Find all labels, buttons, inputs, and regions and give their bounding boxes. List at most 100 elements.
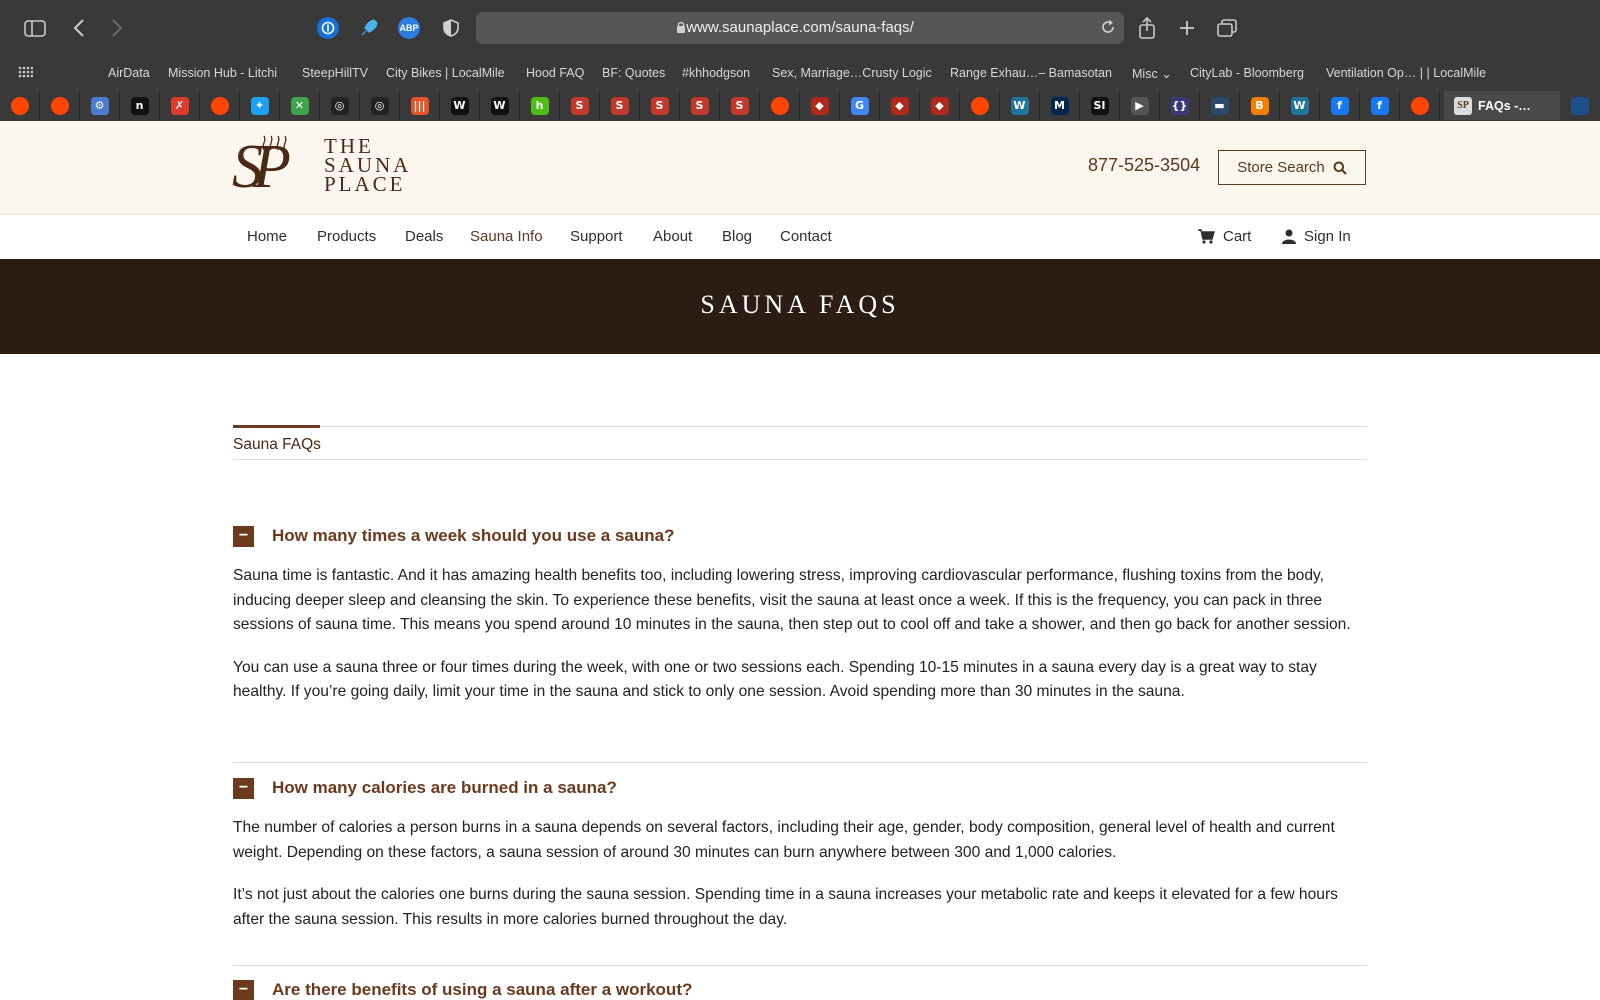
pinned-tab[interactable]: f	[1360, 91, 1400, 120]
collapse-icon[interactable]: −	[233, 525, 254, 547]
pinned-tab[interactable]: {}	[1160, 91, 1200, 120]
pinned-tab[interactable]: ◎	[360, 91, 400, 120]
collapse-icon[interactable]: −	[233, 777, 254, 799]
pinned-tab[interactable]: ◎	[320, 91, 360, 120]
pinned-tab[interactable]: ◆	[920, 91, 960, 120]
favorite-link[interactable]: City Bikes | LocalMile	[386, 66, 505, 80]
pinned-tab[interactable]: S	[560, 91, 600, 120]
sidebar-toggle-icon[interactable]	[20, 14, 50, 42]
pinned-tab[interactable]: ⚙	[80, 91, 120, 120]
favorite-link[interactable]: Sex, Marriage…Crusty Logic	[772, 66, 932, 80]
wikipedia-icon: W	[450, 96, 469, 115]
grid-icon[interactable]	[18, 65, 34, 83]
pinned-tab[interactable]: h	[520, 91, 560, 120]
pinned-tab[interactable]	[960, 91, 1000, 120]
pinned-tab[interactable]: G	[840, 91, 880, 120]
phone-number[interactable]: 877-525-3504	[1088, 155, 1200, 176]
pinned-tab[interactable]: W	[440, 91, 480, 120]
favorite-link[interactable]: AirData	[108, 66, 150, 80]
back-icon[interactable]	[64, 14, 94, 42]
pinned-tab[interactable]: M	[1040, 91, 1080, 120]
faq-answer-paragraph: You can use a sauna three or four times …	[233, 658, 1317, 701]
password-manager-icon[interactable]	[317, 17, 339, 39]
rocket-icon[interactable]	[358, 17, 380, 39]
new-tab-icon[interactable]	[1172, 14, 1202, 42]
shield-icon[interactable]	[440, 17, 462, 39]
nav-support[interactable]: Support	[570, 228, 623, 245]
favorite-link[interactable]: Mission Hub - Litchi	[168, 66, 277, 80]
pinned-tab[interactable]: W	[1280, 91, 1320, 120]
pinned-tab[interactable]: ◆	[880, 91, 920, 120]
pinned-tab[interactable]: ✕	[280, 91, 320, 120]
sign-in-link[interactable]: Sign In	[1282, 228, 1351, 245]
tab-sauna-faqs[interactable]: Sauna FAQs	[233, 436, 321, 454]
cart-icon	[1198, 229, 1215, 244]
pinned-tab[interactable]: ✦	[240, 91, 280, 120]
pinned-tab[interactable]: ✗	[160, 91, 200, 120]
pinned-tab[interactable]: |||	[400, 91, 440, 120]
reload-icon[interactable]	[1100, 19, 1116, 40]
adblock-icon[interactable]: ABP	[398, 17, 420, 39]
pinned-tab-overflow[interactable]	[1560, 91, 1600, 120]
faq-question[interactable]: How many calories are burned in a sauna?	[272, 778, 617, 798]
pinned-tab[interactable]	[1400, 91, 1440, 120]
reddit-icon	[210, 96, 229, 115]
pinned-tab[interactable]: S	[720, 91, 760, 120]
favorite-link[interactable]: BF: Quotes	[602, 66, 665, 80]
collapse-icon[interactable]: −	[233, 979, 254, 1000]
pinned-tab[interactable]: f	[1320, 91, 1360, 120]
pinned-tab[interactable]: S	[680, 91, 720, 120]
sauna-s-icon: S	[610, 96, 629, 115]
pinned-tab[interactable]	[200, 91, 240, 120]
pinned-tab[interactable]: n	[120, 91, 160, 120]
address-bar[interactable]: www.saunaplace.com/sauna-faqs/	[476, 12, 1124, 44]
share-icon[interactable]	[1132, 14, 1162, 42]
pinned-tab[interactable]: S	[600, 91, 640, 120]
faq-question-row[interactable]: − Are there benefits of using a sauna af…	[233, 978, 1367, 1000]
faq-question-row[interactable]: − How many calories are burned in a saun…	[233, 776, 1367, 800]
pinned-tab[interactable]	[0, 91, 40, 120]
active-tab[interactable]: SP FAQs -…	[1444, 91, 1560, 120]
nav-blog[interactable]: Blog	[722, 228, 752, 245]
pinned-tab[interactable]: B	[1240, 91, 1280, 120]
faq-item: − How many times a week should you use a…	[233, 524, 1367, 705]
pinned-tab[interactable]	[40, 91, 80, 120]
cart-link[interactable]: Cart	[1198, 228, 1251, 245]
pinned-tab[interactable]: ▶	[1120, 91, 1160, 120]
instagram-icon: ◎	[370, 96, 389, 115]
nav-home[interactable]: Home	[247, 228, 287, 245]
favorite-link[interactable]: Hood FAQ	[526, 66, 584, 80]
nav-about[interactable]: About	[653, 228, 692, 245]
nav-sauna-info[interactable]: Sauna Info	[470, 228, 543, 245]
content-tabs: Sauna FAQs	[233, 425, 1367, 460]
reddit-icon	[10, 96, 29, 115]
faq-question[interactable]: How many times a week should you use a s…	[272, 526, 674, 546]
map-icon: ✕	[290, 96, 309, 115]
url-text[interactable]: www.saunaplace.com/sauna-faqs/	[476, 19, 1124, 36]
pinned-tab[interactable]: W	[480, 91, 520, 120]
faq-question[interactable]: Are there benefits of using a sauna afte…	[272, 980, 692, 1000]
favorite-link[interactable]: SteepHillTV	[302, 66, 368, 80]
sauna-place-logo[interactable]: SP THE SAUNA PLACE	[232, 135, 422, 199]
nav-products[interactable]: Products	[317, 228, 376, 245]
pinned-tab[interactable]: SI	[1080, 91, 1120, 120]
pinned-tab[interactable]: W	[1000, 91, 1040, 120]
pinned-tab[interactable]: ▬	[1200, 91, 1240, 120]
sign-in-label: Sign In	[1304, 228, 1351, 245]
pinned-tab[interactable]: ◆	[800, 91, 840, 120]
pinned-tab[interactable]	[760, 91, 800, 120]
favorite-link[interactable]: #khhodgson	[682, 66, 750, 80]
favorite-link[interactable]: CityLab - Bloomberg	[1190, 66, 1304, 80]
tab-overview-icon[interactable]	[1212, 14, 1242, 42]
favorite-link[interactable]: Ventilation Op… | | LocalMile	[1326, 66, 1486, 80]
forward-icon[interactable]	[102, 14, 132, 42]
nav-contact[interactable]: Contact	[780, 228, 832, 245]
store-search-button[interactable]: Store Search	[1218, 150, 1366, 185]
faq-question-row[interactable]: − How many times a week should you use a…	[233, 524, 1367, 548]
favorites-folder-misc[interactable]: Misc ⌄	[1132, 66, 1172, 81]
nav-deals[interactable]: Deals	[405, 228, 443, 245]
reddit-icon	[1410, 96, 1429, 115]
pinned-tab[interactable]: S	[640, 91, 680, 120]
chevron-down-icon: ⌄	[1161, 67, 1172, 81]
favorite-link[interactable]: Range Exhau…– Bamasotan	[950, 66, 1112, 80]
